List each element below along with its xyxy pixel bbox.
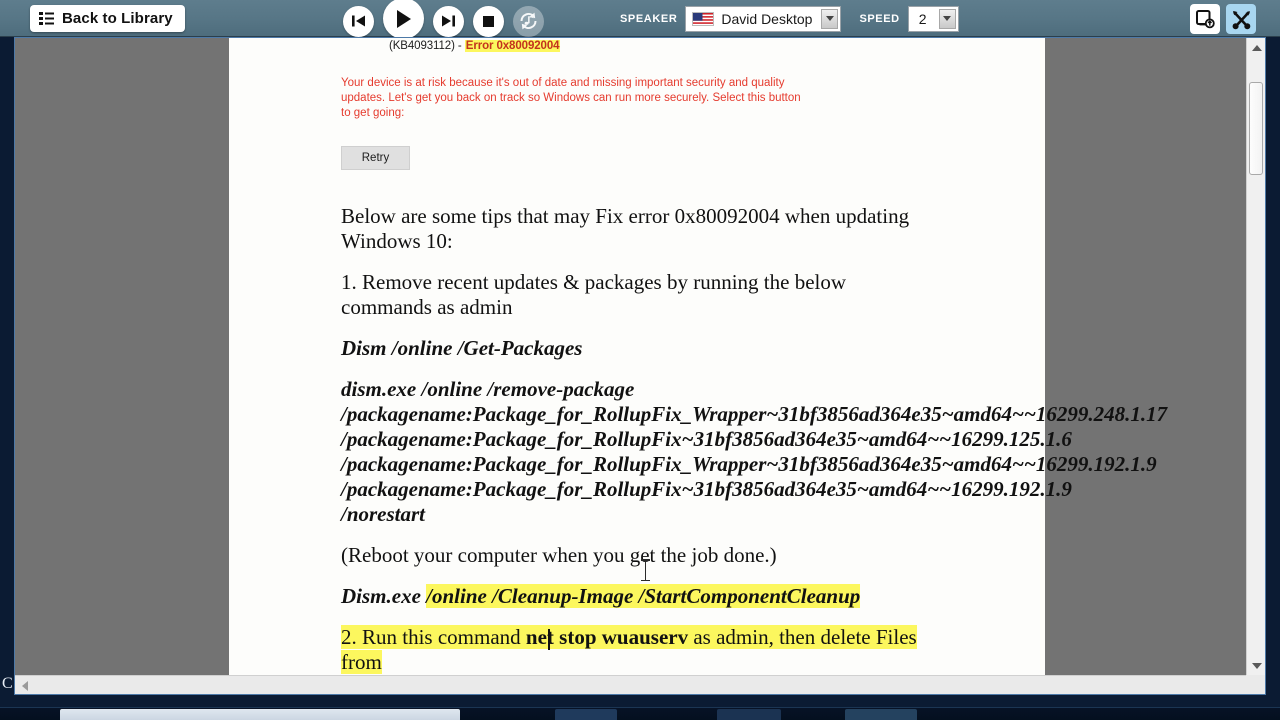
document-canvas: (KB4093112) - Error 0x80092004 Your devi…: [15, 38, 1246, 675]
command-cleanup-image: Dism.exe /online /Cleanup-Image /StartCo…: [341, 583, 933, 609]
step2-prefix: 2. Run this command: [341, 624, 526, 649]
taskbar-item[interactable]: [717, 709, 781, 720]
retry-button[interactable]: Retry: [341, 145, 410, 170]
taskbar-item[interactable]: [555, 709, 617, 720]
kb-line: (KB4093112) - Error 0x80092004: [389, 40, 933, 52]
document-body: Below are some tips that may Fix error 0…: [341, 203, 1168, 675]
save-to-device-button[interactable]: [1190, 4, 1220, 34]
paragraph-step2: 2. Run this command net stop wuauserv as…: [341, 624, 917, 674]
stop-icon: [483, 15, 494, 27]
text-caret: [548, 629, 550, 650]
speaker-dropdown-arrow[interactable]: [821, 8, 839, 29]
play-button[interactable]: [383, 0, 424, 39]
reader-inner: (KB4093112) - Error 0x80092004 Your devi…: [14, 37, 1266, 695]
taskbar-item[interactable]: [845, 709, 917, 720]
us-flag-icon: [692, 11, 715, 26]
tools-icon: [1232, 10, 1250, 29]
horizontal-scrollbar[interactable]: [15, 675, 1246, 694]
ibeam-cursor: [641, 559, 650, 581]
kb-error-highlight: Error 0x80092004: [464, 40, 561, 52]
skip-next-icon: [442, 15, 455, 27]
stop-button[interactable]: [473, 5, 504, 37]
speaker-label: SPEAKER: [620, 12, 678, 25]
scrollbar-corner: [1246, 675, 1265, 694]
cleanup-prefix: Dism.exe: [341, 583, 427, 608]
transport-controls: [343, 0, 544, 39]
loop-audio-button[interactable]: [513, 5, 544, 37]
list-icon: [39, 11, 54, 25]
save-to-device-icon: [1196, 10, 1215, 29]
os-taskbar: [0, 707, 1280, 720]
command-remove-package-line1: dism.exe /online /remove-package: [341, 376, 635, 401]
previous-button[interactable]: [343, 5, 374, 37]
command-remove-package-line4: /packagename:Package_for_RollupFix_Wrapp…: [341, 451, 1157, 476]
next-button[interactable]: [433, 5, 464, 37]
speed-label: SPEED: [859, 12, 900, 25]
application-window: Back to Library SPEAKER David Desktop SP…: [0, 0, 1280, 720]
device-risk-warning: Your device is at risk because it's out …: [341, 77, 801, 120]
paragraph-intro: Below are some tips that may Fix error 0…: [341, 203, 910, 253]
speaker-value: David Desktop: [721, 10, 813, 27]
command-get-packages: Dism /online /Get-Packages: [341, 335, 583, 360]
toolbar-actions: [1190, 4, 1256, 34]
play-icon: [397, 9, 411, 28]
command-remove-package-line5: /packagename:Package_for_RollupFix~31bf3…: [341, 476, 1072, 526]
back-to-library-label: Back to Library: [62, 9, 173, 27]
command-remove-package-line2: /packagename:Package_for_RollupFix_Wrapp…: [341, 401, 1168, 426]
repeat-music-icon: [520, 12, 537, 30]
clipped-edge-glyph: C: [2, 675, 13, 692]
vertical-scroll-thumb[interactable]: [1249, 82, 1263, 175]
scroll-left-arrow[interactable]: [15, 676, 34, 694]
scroll-down-arrow[interactable]: [1247, 656, 1265, 675]
taskbar-item[interactable]: [60, 709, 460, 720]
document-page: (KB4093112) - Error 0x80092004 Your devi…: [229, 38, 1168, 675]
command-remove-package-line3: /packagename:Package_for_RollupFix~31bf3…: [341, 426, 1072, 451]
scroll-up-arrow[interactable]: [1247, 38, 1265, 57]
speed-value: 2: [918, 10, 927, 27]
back-to-library-button[interactable]: Back to Library: [30, 4, 185, 32]
vertical-scrollbar[interactable]: [1246, 38, 1265, 675]
paragraph-step1: 1. Remove recent updates & packages by r…: [341, 269, 847, 319]
step2-command: net stop wuauserv: [525, 624, 689, 649]
cleanup-highlight: /online /Cleanup-Image /StartComponentCl…: [426, 583, 861, 608]
skip-previous-icon: [352, 15, 365, 27]
voice-settings: SPEAKER David Desktop SPEED 2: [620, 0, 959, 37]
speed-dropdown-arrow[interactable]: [938, 8, 956, 29]
tools-button[interactable]: [1226, 4, 1256, 34]
top-toolbar: Back to Library SPEAKER David Desktop SP…: [0, 0, 1280, 39]
speed-select[interactable]: 2: [907, 5, 959, 32]
embedded-screenshot: (KB4093112) - Error 0x80092004 Your devi…: [341, 38, 933, 170]
paragraph-reboot-note: (Reboot your computer when you get the j…: [341, 542, 777, 567]
kb-prefix: (KB4093112) -: [389, 40, 465, 52]
speaker-select[interactable]: David Desktop: [685, 5, 842, 32]
reader-window: (KB4093112) - Error 0x80092004 Your devi…: [0, 37, 1280, 707]
